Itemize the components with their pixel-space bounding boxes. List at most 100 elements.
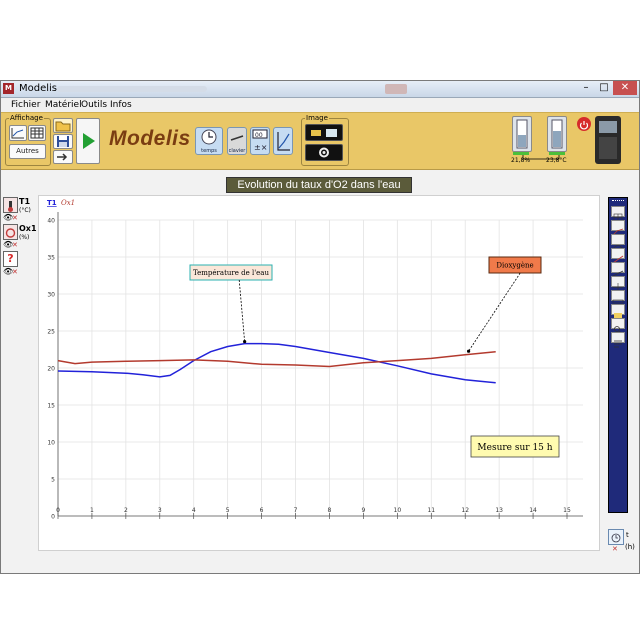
y-tick-label: 0 — [51, 514, 55, 521]
table-view-icon — [30, 127, 44, 139]
annotation-temperature-text: Température de l'eau — [193, 269, 269, 277]
sensor-list: T1 (°C) 👁 ✕ Ox1 (%) 👁 ✕ ? 👁 ✕ — [0, 193, 37, 574]
y-tick-label: 10 — [47, 440, 55, 447]
gear-icon — [319, 147, 329, 158]
remove-icon[interactable]: ✕ — [12, 241, 18, 249]
annotation-dioxygene-pointer — [468, 272, 521, 352]
sensor-gauge-icon — [516, 119, 528, 149]
clavier-label: clavier — [228, 148, 246, 154]
legend-item-t1[interactable]: T1 — [47, 199, 57, 207]
y-tick-label: 40 — [47, 218, 55, 225]
annotation-temperature-pointer — [238, 279, 246, 342]
annotate-tool-button[interactable] — [611, 332, 625, 348]
cursor-tool-button[interactable] — [611, 276, 625, 292]
table-view-button[interactable] — [28, 125, 46, 141]
measure-tool-button[interactable] — [611, 290, 625, 304]
start-acquisition-button[interactable] — [76, 118, 100, 164]
svg-text:00: 00 — [255, 132, 263, 139]
menu-materiel[interactable]: Matériel — [45, 99, 82, 111]
sensor-gauge-icon — [551, 119, 563, 149]
sensor-ox1-name: Ox1 — [19, 224, 37, 233]
annotation-temperature-pointer-head — [243, 339, 247, 344]
series-line-t1[interactable] — [57, 342, 496, 384]
grid-tool-button[interactable] — [611, 206, 625, 222]
sensor-t1-unit: (°C) — [19, 207, 31, 214]
calculation-button[interactable]: 00 ±× — [250, 127, 270, 155]
power-button[interactable] — [577, 117, 591, 131]
oxygen-sensor-icon[interactable] — [3, 224, 18, 240]
x-tick-label: 7 — [294, 507, 298, 514]
line-tool-button[interactable] — [611, 248, 625, 264]
x-tick-label: 5 — [226, 507, 230, 514]
series-line-ox1[interactable] — [57, 350, 496, 368]
clock-icon — [201, 129, 217, 145]
graph-view-button[interactable] — [9, 125, 27, 141]
minimize-button[interactable]: – — [577, 81, 595, 95]
measurement-note-text: Mesure sur 15 h — [477, 443, 552, 453]
annotation-dioxygene-text: Dioxygène — [496, 262, 533, 270]
menu-bar: Fichier Matériel Outils Infos — [1, 98, 639, 112]
autres-button[interactable]: Autres — [9, 144, 46, 159]
export-button[interactable] — [53, 150, 73, 164]
toolbar-grip — [612, 200, 624, 204]
keyboard-icon — [230, 135, 244, 141]
curve-tool-button[interactable] — [611, 220, 625, 236]
open-folder-button[interactable] — [53, 118, 73, 133]
menu-outils[interactable]: Outils — [81, 99, 107, 111]
highlight-tool-button[interactable] — [611, 304, 625, 318]
brand-logo: Modelis — [109, 127, 191, 150]
menu-infos[interactable]: Infos — [110, 99, 132, 111]
clavier-mode-button[interactable]: clavier — [227, 127, 247, 155]
power-icon — [579, 121, 589, 130]
chart-title: Evolution du taux d'O2 dans l'eau — [226, 177, 412, 193]
text-icon — [614, 340, 622, 348]
interface-device-icon — [595, 116, 621, 164]
temperature-sensor-icon[interactable] — [3, 197, 18, 213]
y-tick-label: 15 — [47, 403, 55, 410]
window-title: Modelis — [19, 83, 58, 94]
image-capture-button[interactable] — [305, 124, 343, 141]
slope-tool-button[interactable] — [611, 262, 625, 277]
legend-item-ox1[interactable]: Ox1 — [61, 199, 75, 207]
x-tick-label: 3 — [158, 507, 162, 514]
ribbon-toolbar: Affichage Autres Modelis temps clavier 0… — [1, 112, 639, 170]
sensor-t1-name: T1 — [19, 197, 31, 206]
x-tick-label: 9 — [361, 507, 365, 514]
plot-panel[interactable]: 05101520253035400123456789101112131415 T… — [38, 195, 600, 551]
time-axis-unit: (h) — [625, 543, 635, 551]
x-tick-label: 14 — [529, 507, 537, 514]
sensor2-gauge[interactable] — [547, 116, 567, 152]
y-tick-label: 25 — [47, 329, 55, 336]
temps-label: temps — [201, 148, 217, 154]
image-label: Image — [305, 114, 329, 122]
unknown-sensor-icon[interactable]: ? — [3, 251, 18, 267]
time-axis-icon[interactable] — [608, 529, 624, 545]
menu-fichier[interactable]: Fichier — [11, 99, 40, 111]
sensor1-gauge[interactable] — [512, 116, 532, 152]
zoom-tool-button[interactable] — [611, 318, 625, 334]
image-settings-button[interactable] — [305, 144, 343, 161]
save-icon — [57, 136, 69, 147]
maximize-button[interactable]: □ — [595, 81, 613, 95]
remove-icon[interactable]: ✕ — [12, 214, 18, 222]
y-tick-label: 35 — [47, 255, 55, 262]
x-tick-label: 11 — [427, 507, 435, 514]
x-tick-label: 2 — [124, 507, 128, 514]
tangent-tool-button[interactable] — [611, 234, 625, 250]
sensor-link-icon — [513, 152, 565, 160]
x-tick-label: 8 — [328, 507, 332, 514]
temps-mode-button[interactable]: temps — [195, 127, 223, 155]
x-tick-label: 15 — [563, 507, 571, 514]
y-tick-label: 20 — [47, 366, 55, 373]
x-tick-label: 12 — [461, 507, 469, 514]
modelisation-button[interactable] — [273, 127, 293, 155]
annotation-dioxygene-pointer-head — [466, 349, 471, 353]
save-button[interactable] — [53, 134, 73, 149]
title-bar: M Modelis – □ ✕ — [1, 81, 639, 98]
chart-svg[interactable]: 05101520253035400123456789101112131415 T… — [39, 196, 599, 550]
close-button[interactable]: ✕ — [613, 81, 637, 95]
remove-icon[interactable]: ✕ — [12, 268, 18, 276]
axis-curve-icon — [277, 132, 290, 151]
x-tick-label: 6 — [260, 507, 264, 514]
remove-icon[interactable]: ✕ — [612, 545, 618, 553]
